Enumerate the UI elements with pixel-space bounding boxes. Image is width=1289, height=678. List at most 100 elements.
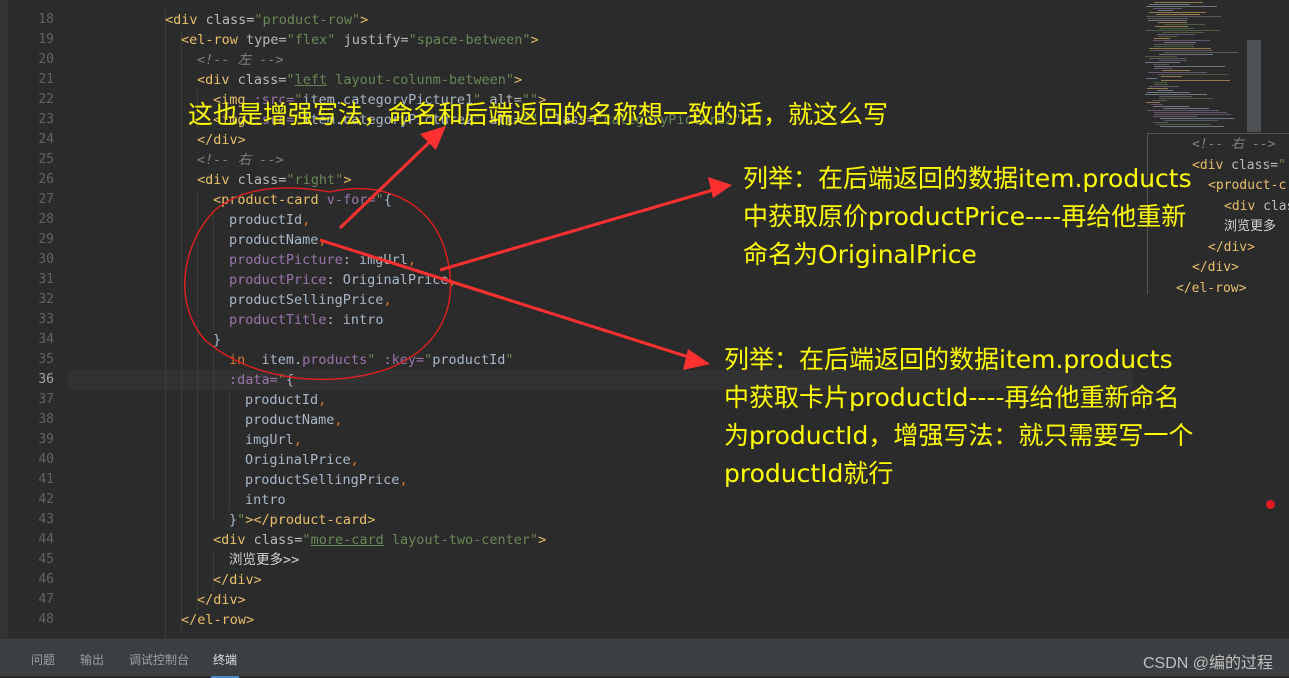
minimap-line — [1154, 82, 1167, 83]
code-token: <product-card — [213, 192, 327, 208]
line-number: 20 — [38, 52, 54, 67]
code-line: productId, — [245, 390, 326, 410]
line-number: 40 — [38, 452, 54, 467]
indent-guide — [197, 190, 198, 610]
code-token: layout-colunm-between" — [327, 72, 515, 88]
code-token: "product-row" — [254, 12, 361, 28]
line-number: 26 — [38, 172, 54, 187]
code-token: { — [383, 192, 392, 208]
line-number: 37 — [38, 392, 54, 407]
tab-output[interactable]: 输出 — [80, 651, 104, 668]
code-token: 浏览更多 — [1224, 219, 1277, 234]
code-token: productPicture — [229, 252, 343, 268]
code-token: in — [229, 352, 254, 368]
line-number: 44 — [38, 532, 54, 547]
tab-debug-console[interactable]: 调试控制台 — [129, 651, 189, 668]
minimap-line — [1147, 110, 1219, 111]
code-line: </div> — [213, 570, 262, 590]
code-token: " — [367, 352, 384, 368]
code-token: productTitle — [229, 312, 327, 328]
code-token: layout-two-center" — [383, 532, 539, 548]
code-token: imgUrl — [245, 432, 294, 448]
minimap-line — [1164, 42, 1196, 43]
line-number: 32 — [38, 292, 54, 307]
line-number: 35 — [38, 352, 54, 367]
code-token: , — [318, 232, 327, 248]
code-token: > — [538, 532, 547, 548]
code-token: class= — [1231, 157, 1279, 173]
minimap-line — [1155, 26, 1188, 27]
minimap-line — [1153, 8, 1182, 9]
minimap-line — [1147, 92, 1190, 93]
code-token: <!-- 左 --> — [197, 52, 284, 68]
code-token: <div — [1192, 157, 1232, 173]
indent-guide — [165, 10, 166, 638]
code-token: , — [350, 452, 359, 468]
minimap-line — [1151, 104, 1163, 105]
code-line: productName, — [229, 230, 327, 250]
minimap[interactable] — [1137, 0, 1247, 130]
code-token: "flex" — [286, 32, 344, 48]
minimap-line — [1157, 90, 1173, 91]
code-line: <div class="product-row"> — [165, 10, 368, 30]
code-line: productPrice: OriginalPrice, — [229, 270, 457, 290]
vertical-scrollbar[interactable] — [1247, 40, 1261, 132]
code-token: <div — [197, 72, 238, 88]
code-token: v-for= — [326, 192, 376, 208]
minimap-line — [1156, 14, 1200, 15]
tab-problems[interactable]: 问题 — [31, 651, 55, 668]
code-line: </div> — [197, 590, 246, 610]
minimap-line — [1146, 30, 1220, 31]
indent-guide — [213, 210, 214, 330]
code-token: class= — [205, 12, 255, 28]
code-token: item. — [253, 352, 303, 368]
annotation-original-price: 列举：在后端返回的数据item.products 中获取原价productPri… — [743, 160, 1192, 274]
minimap-line — [1160, 28, 1194, 29]
bottom-panel-tabs: 问题 输出 调试控制台 终端 CSDN @编的过程 — [0, 638, 1289, 678]
minimap-line — [1147, 18, 1188, 19]
minimap-line — [1146, 6, 1217, 7]
minimap-line — [1154, 44, 1194, 45]
code-token: :data= — [229, 372, 278, 388]
code-token: , — [293, 432, 302, 448]
minimap-line — [1153, 116, 1197, 117]
watermark: CSDN @编的过程 — [1142, 655, 1273, 672]
code-token: " — [505, 352, 514, 368]
minimap-line — [1159, 98, 1213, 99]
minimap-line — [1163, 108, 1209, 109]
line-number: 28 — [38, 212, 54, 227]
minimap-line — [1149, 12, 1206, 13]
minimap-line — [1159, 96, 1192, 97]
minimap-line — [1149, 86, 1179, 87]
annotation-enhanced-syntax: 这也是增强写法，命名和后端返回的名称想一致的话，就这么写 — [188, 100, 889, 129]
code-token: </el-row> — [1176, 280, 1247, 295]
minimap-line — [1160, 126, 1224, 127]
line-number: 22 — [38, 92, 54, 107]
annotation-line: 列举：在后端返回的数据item.products — [743, 164, 1192, 193]
code-token: " — [302, 532, 311, 548]
code-token: <div — [1224, 198, 1264, 214]
minimap-line — [1148, 72, 1207, 73]
line-number: 46 — [38, 572, 54, 587]
indent-guide — [213, 350, 214, 520]
line-number: 41 — [38, 472, 54, 487]
code-line: productTitle: intro — [229, 310, 383, 330]
code-line: in item.products" :key="productId" — [229, 350, 514, 370]
minimap-line — [1146, 78, 1157, 79]
code-token: , — [407, 252, 416, 268]
error-marker-icon[interactable] — [1266, 500, 1275, 509]
code-token: " — [286, 72, 295, 88]
line-number: 48 — [38, 612, 54, 627]
code-token: , — [383, 292, 392, 308]
tab-terminal[interactable]: 终端 — [210, 651, 240, 678]
minimap-line — [1158, 36, 1177, 37]
popup-code-line: <product-c — [1208, 175, 1286, 196]
code-token: </div> — [197, 592, 246, 608]
popup-code-line: </div> — [1192, 257, 1239, 278]
minimap-line — [1161, 76, 1182, 77]
annotation-line: 中获取卡片productId----再给他重新命名 — [724, 383, 1180, 412]
code-token: " — [1278, 157, 1286, 173]
minimap-line — [1164, 120, 1218, 121]
code-line: <!-- 左 --> — [197, 50, 284, 70]
minimap-line — [1164, 24, 1205, 25]
